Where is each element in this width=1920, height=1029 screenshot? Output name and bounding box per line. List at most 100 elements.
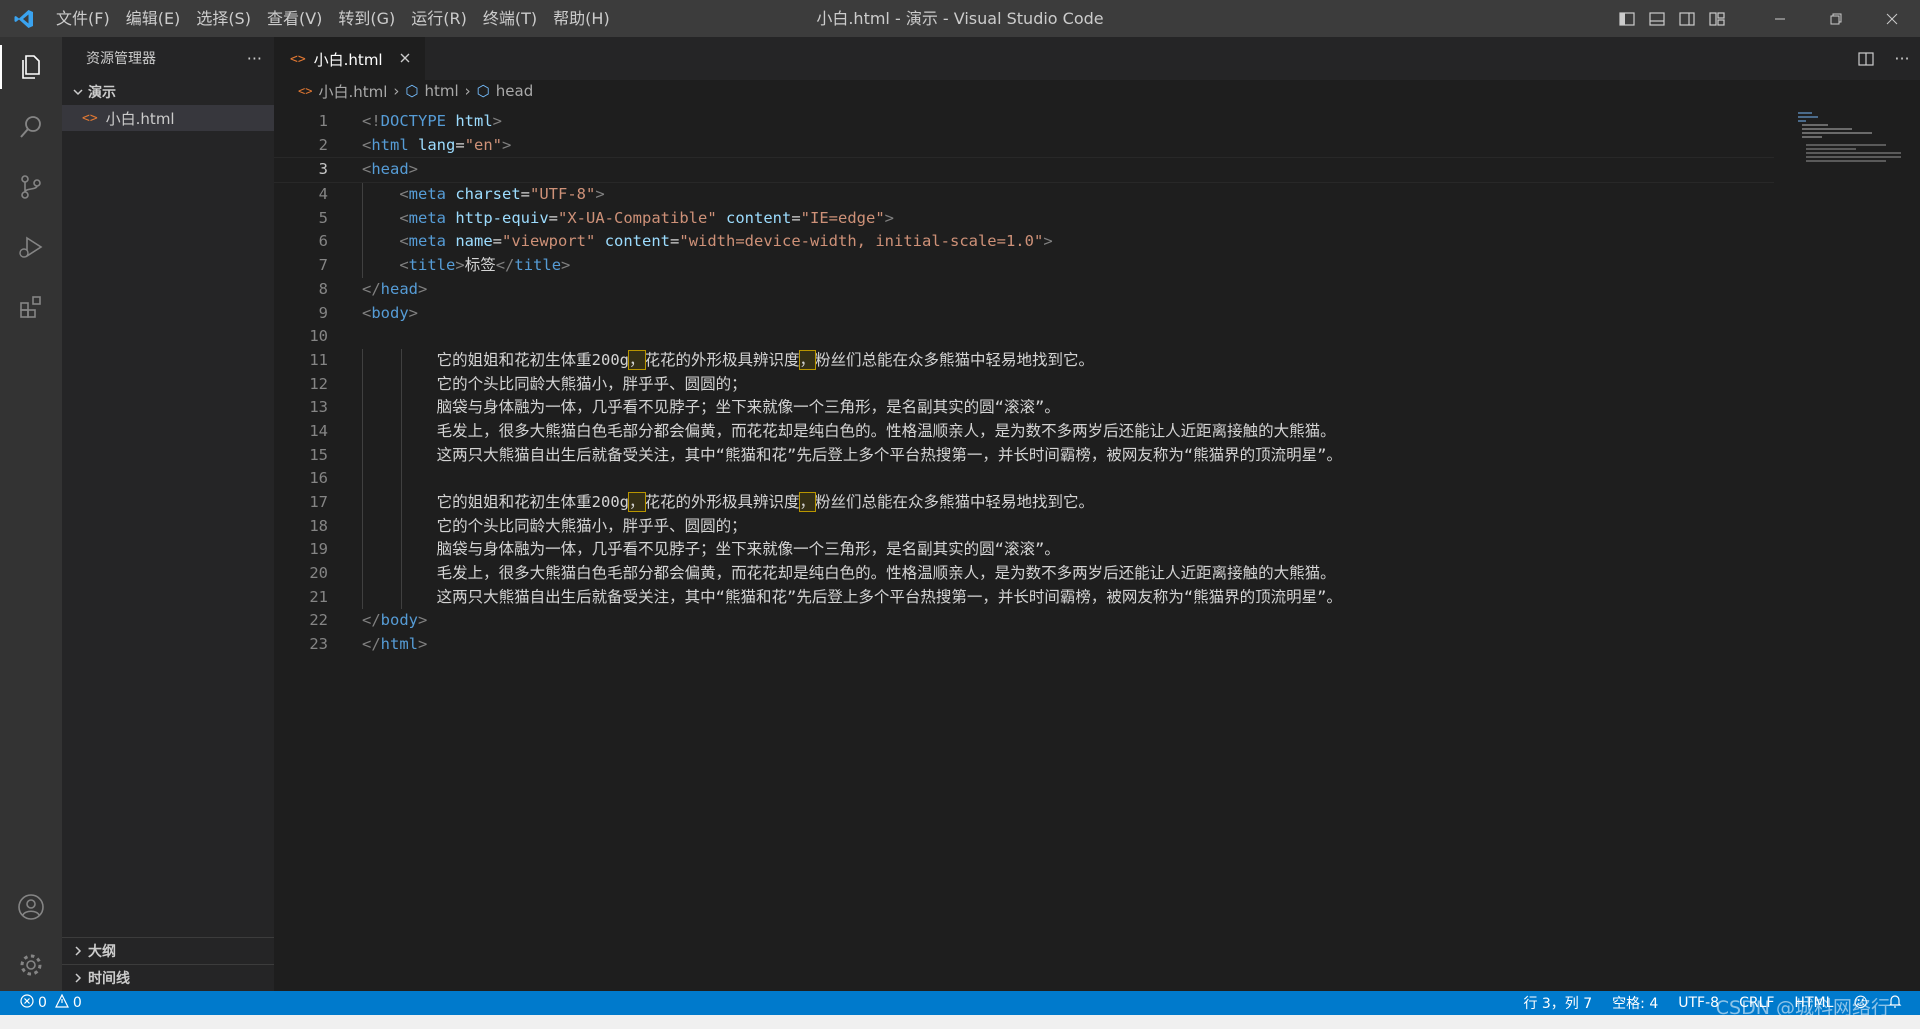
cursor-position[interactable]: 行 3，列 7	[1513, 993, 1602, 1013]
editor-more-actions-icon[interactable]: ···	[1884, 37, 1920, 80]
code-line: 13 脑袋与身体融为一体，几乎看不见脖子；坐下来就像一个三角形，是名副其实的圆“…	[274, 396, 1774, 420]
line-number: 14	[309, 421, 328, 440]
menu-go[interactable]: 转到(G)	[330, 0, 403, 37]
file-name: 小白.html	[105, 109, 175, 128]
token: body	[371, 303, 409, 322]
code-line: 5 <meta http-equiv="X-UA-Compatible" con…	[274, 206, 1774, 231]
vscode-logo-icon	[0, 0, 48, 37]
token: 标签	[464, 256, 496, 275]
token: meta	[408, 185, 446, 204]
menu-terminal[interactable]: 终端(T)	[475, 0, 545, 37]
taskbar-strip	[0, 1015, 1920, 1029]
file-item-xiaobai[interactable]: <> 小白.html	[62, 105, 274, 131]
breadcrumb-html[interactable]: html	[425, 82, 459, 100]
token: meta	[408, 232, 446, 251]
menu-file[interactable]: 文件(F)	[48, 0, 118, 37]
menu-selection[interactable]: 选择(S)	[188, 0, 259, 37]
code-line: 8 </head>	[274, 278, 1774, 302]
close-window-icon[interactable]	[1864, 0, 1920, 37]
token: content	[604, 232, 671, 251]
token: content	[726, 208, 792, 227]
explorer-icon[interactable]	[0, 37, 62, 97]
token: 它的个头比同龄大熊猫小，胖乎乎、圆圆的；	[436, 374, 747, 393]
token: name	[455, 232, 493, 251]
timeline-section[interactable]: 时间线	[62, 964, 274, 991]
error-count: 0	[38, 995, 47, 1011]
code-line: 23 </html>	[274, 633, 1774, 657]
code-line: 20 毛发上，很多大熊猫白色毛部分都会偏黄，而花花却是纯白色的。性格温顺亲人，是…	[274, 562, 1774, 586]
line-number: 8	[318, 279, 328, 298]
folder-row[interactable]: 演示	[62, 79, 274, 105]
minimize-icon[interactable]	[1752, 0, 1808, 37]
line-number: 13	[309, 398, 328, 417]
outline-section[interactable]: 大纲	[62, 937, 274, 964]
token: html	[455, 112, 493, 130]
outline-label: 大纲	[88, 944, 116, 960]
explorer-sidebar: 资源管理器 ··· 演示 <> 小白.html 大纲 时间线	[62, 37, 274, 991]
customize-layout-icon[interactable]	[1702, 0, 1732, 37]
more-actions-icon[interactable]: ···	[247, 49, 262, 68]
html-file-icon: <>	[82, 110, 98, 126]
html-file-icon: <>	[290, 51, 306, 67]
token: title	[408, 256, 456, 275]
problems-indicator[interactable]: 0 0	[0, 993, 82, 1012]
code-line: 12 它的个头比同龄大熊猫小，胖乎乎、圆圆的；	[274, 372, 1774, 397]
line-number: 21	[309, 587, 328, 606]
tab-xiaobai-html[interactable]: <> 小白.html	[274, 37, 425, 80]
token: 花花的外形极具辨识度	[644, 350, 800, 369]
token: html	[380, 635, 418, 654]
breadcrumb-file[interactable]: 小白.html	[318, 81, 387, 102]
warning-count: 0	[72, 995, 82, 1011]
activity-bar	[0, 37, 62, 991]
chevron-right-icon	[68, 945, 88, 957]
code-line: 22 </body>	[274, 609, 1774, 633]
code-line-current: 3 <head>	[274, 157, 1774, 184]
token: "en"	[464, 135, 503, 154]
token: 脑袋与身体融为一体，几乎看不见脖子；坐下来就像一个三角形，是名副其实的圆“滚滚”…	[436, 540, 1060, 559]
menu-run[interactable]: 运行(R)	[403, 0, 475, 37]
breadcrumb-head[interactable]: head	[496, 82, 533, 100]
run-debug-icon[interactable]	[0, 217, 62, 277]
extensions-icon[interactable]	[0, 277, 62, 337]
token: 它的姐姐和花初生体重200g	[436, 350, 629, 369]
menu-view[interactable]: 查看(V)	[259, 0, 330, 37]
accounts-icon[interactable]	[0, 877, 62, 937]
line-number: 23	[309, 635, 328, 654]
chevron-right-icon: ›	[393, 82, 400, 100]
toggle-primary-sidebar-icon[interactable]	[1612, 0, 1642, 37]
restore-icon[interactable]	[1808, 0, 1864, 37]
minimap[interactable]	[1798, 110, 1908, 170]
chevron-right-icon: ›	[464, 82, 471, 100]
source-control-icon[interactable]	[0, 157, 62, 217]
line-number: 10	[309, 327, 328, 346]
code-line: 19 脑袋与身体融为一体，几乎看不见脖子；坐下来就像一个三角形，是名副其实的圆“…	[274, 538, 1774, 562]
token: "UTF-8"	[530, 185, 596, 204]
token: meta	[408, 208, 446, 227]
token: 脑袋与身体融为一体，几乎看不见脖子；坐下来就像一个三角形，是名副其实的圆“滚滚”…	[436, 398, 1060, 417]
code-line: 14 毛发上，很多大熊猫白色毛部分都会偏黄，而花花却是纯白色的。性格温顺亲人，是…	[274, 419, 1774, 444]
toggle-panel-icon[interactable]	[1642, 0, 1672, 37]
token: 这两只大熊猫自出生后就备受关注，其中“熊猫和花”先后登上多个平台热搜第一，并长时…	[436, 445, 1342, 464]
token: 它的个头比同龄大熊猫小，胖乎乎、圆圆的；	[436, 516, 747, 535]
code-editor[interactable]: 1 <!DOCTYPE html> 2 <html lang="en"> 3 <hea…	[274, 110, 1774, 657]
line-number: 15	[309, 445, 328, 464]
toggle-secondary-sidebar-icon[interactable]	[1672, 0, 1702, 37]
breadcrumb: <> 小白.html › ⬡ html › ⬡ head	[274, 80, 1920, 102]
line-number: 5	[318, 208, 328, 227]
settings-gear-icon[interactable]	[0, 935, 62, 995]
line-number: 12	[309, 374, 328, 393]
line-number: 18	[309, 516, 328, 535]
split-editor-icon[interactable]	[1848, 37, 1884, 80]
line-number: 1	[318, 112, 328, 130]
token: 粉丝们总能在众多熊猫中轻易地找到它。	[815, 350, 1095, 369]
close-tab-icon[interactable]	[399, 50, 411, 68]
menu-edit[interactable]: 编辑(E)	[118, 0, 189, 37]
editor-area: <> 小白.html ··· <> 小白.html › ⬡ html › ⬡ h…	[274, 37, 1920, 991]
indentation[interactable]: 空格: 4	[1602, 993, 1668, 1013]
menu-help[interactable]: 帮助(H)	[545, 0, 618, 37]
token: ，	[628, 349, 646, 370]
line-number: 19	[309, 540, 328, 559]
search-icon[interactable]	[0, 97, 62, 157]
code-line: 11 它的姐姐和花初生体重200g，花花的外形极具辨识度，粉丝们总能在众多熊猫中…	[274, 348, 1774, 373]
token: "viewport"	[502, 232, 596, 251]
